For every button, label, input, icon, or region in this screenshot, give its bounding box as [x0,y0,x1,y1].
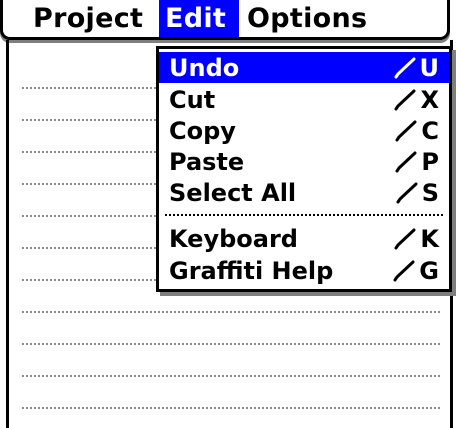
graffiti-command-stroke-icon [396,182,418,203]
graffiti-command-stroke-icon [393,260,415,281]
edit-dropdown-menu: Undo U Cut X Copy C Paste P Select All S… [156,46,452,292]
note-line [22,407,440,409]
menu-item-undo[interactable]: Undo U [159,52,449,83]
menu-item-label: Select All [169,178,297,207]
menu-item-label: Keyboard [169,224,298,253]
menu-item-label: Paste [169,147,245,176]
menu-item-shortcut: C [395,117,439,145]
shortcut-key: G [419,256,439,285]
menu-options[interactable]: Options [241,0,371,37]
shortcut-key: P [421,147,439,176]
menu-item-label: Copy [169,116,236,145]
shortcut-key: X [420,85,439,114]
menu-item-shortcut: K [394,225,439,253]
menu-bar: Project Edit Options [0,0,450,40]
menu-item-shortcut: X [394,86,439,114]
shortcut-key: C [421,116,439,145]
page-border-left [6,40,9,428]
shortcut-key: K [420,224,439,253]
menu-item-shortcut: G [393,257,439,285]
menu-item-label: Graffiti Help [169,256,334,285]
note-line [22,343,440,345]
graffiti-command-stroke-icon [394,228,416,249]
menu-item-cut[interactable]: Cut X [159,84,449,115]
graffiti-command-stroke-icon [395,151,417,172]
menu-item-label: Undo [169,53,240,82]
note-line [22,311,440,313]
menu-item-shortcut: S [396,179,439,207]
shortcut-key: S [421,178,439,207]
menu-item-shortcut: U [394,53,440,82]
menu-item-select-all[interactable]: Select All S [159,177,449,208]
menu-item-keyboard[interactable]: Keyboard K [159,223,449,254]
menu-separator [165,214,443,216]
graffiti-command-stroke-icon [395,120,417,141]
shortcut-key: U [419,53,440,82]
menu-item-graffiti-help[interactable]: Graffiti Help G [159,255,449,286]
menu-item-label: Cut [169,85,216,114]
menu-item-copy[interactable]: Copy C [159,115,449,146]
graffiti-command-stroke-icon [394,57,415,78]
menu-project[interactable]: Project [27,0,157,37]
menu-edit[interactable]: Edit [159,0,239,37]
menu-item-shortcut: P [395,148,439,176]
menu-item-paste[interactable]: Paste P [159,146,449,177]
note-line [22,375,440,377]
graffiti-command-stroke-icon [394,89,416,110]
screen: Project Edit Options Undo U Cut X Copy C… [0,0,462,428]
